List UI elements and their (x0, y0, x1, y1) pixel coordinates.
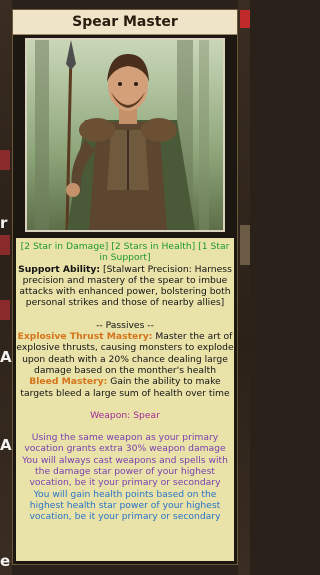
passive-explosive-thrust: Explosive Thrust Mastery: Master the art… (16, 331, 234, 376)
bonus-primary-weapon: Using the same weapon as your primary vo… (24, 432, 226, 455)
background-left-marker (0, 150, 10, 170)
background-right-marker (240, 10, 250, 28)
background-letter: A (0, 348, 12, 366)
passive-name: Explosive Thrust Mastery: (17, 331, 153, 343)
bonus-health-star: You will gain health points based on the… (29, 488, 221, 523)
background-right-strip (238, 0, 250, 575)
support-ability: Support Ability: [Stalwart Precision: Ha… (16, 264, 234, 309)
weapon-type: Weapon: Spear (90, 409, 160, 421)
bonus-damage-star: You will always cast weapons and spells … (22, 454, 228, 489)
background-letter: e (0, 552, 11, 570)
portrait-image (27, 40, 223, 230)
passive-name: Bleed Mastery: (29, 376, 108, 388)
title-bar: Spear Master (13, 10, 237, 35)
star-ratings: [2 Star in Damage] [2 Stars in Health] [… (20, 241, 230, 264)
support-ability-label: Support Ability: (18, 263, 101, 275)
tooltip-panel: Spear Master [2 Star in Damage] [2 Stars… (12, 9, 238, 565)
background-right-bar (240, 225, 250, 265)
passive-bleed: Bleed Mastery: Gain the ability to make … (16, 376, 234, 399)
background-letter: r (0, 214, 8, 232)
background-left-marker (0, 300, 10, 320)
background-letter: A (0, 436, 12, 454)
spear-master-portrait (25, 38, 225, 232)
background-left-marker (0, 235, 10, 255)
tooltip-title: Spear Master (72, 14, 178, 30)
class-description: [2 Star in Damage] [2 Stars in Health] [… (16, 238, 234, 561)
passives-header: -- Passives -- (96, 319, 154, 331)
background-left-strip (0, 0, 12, 575)
